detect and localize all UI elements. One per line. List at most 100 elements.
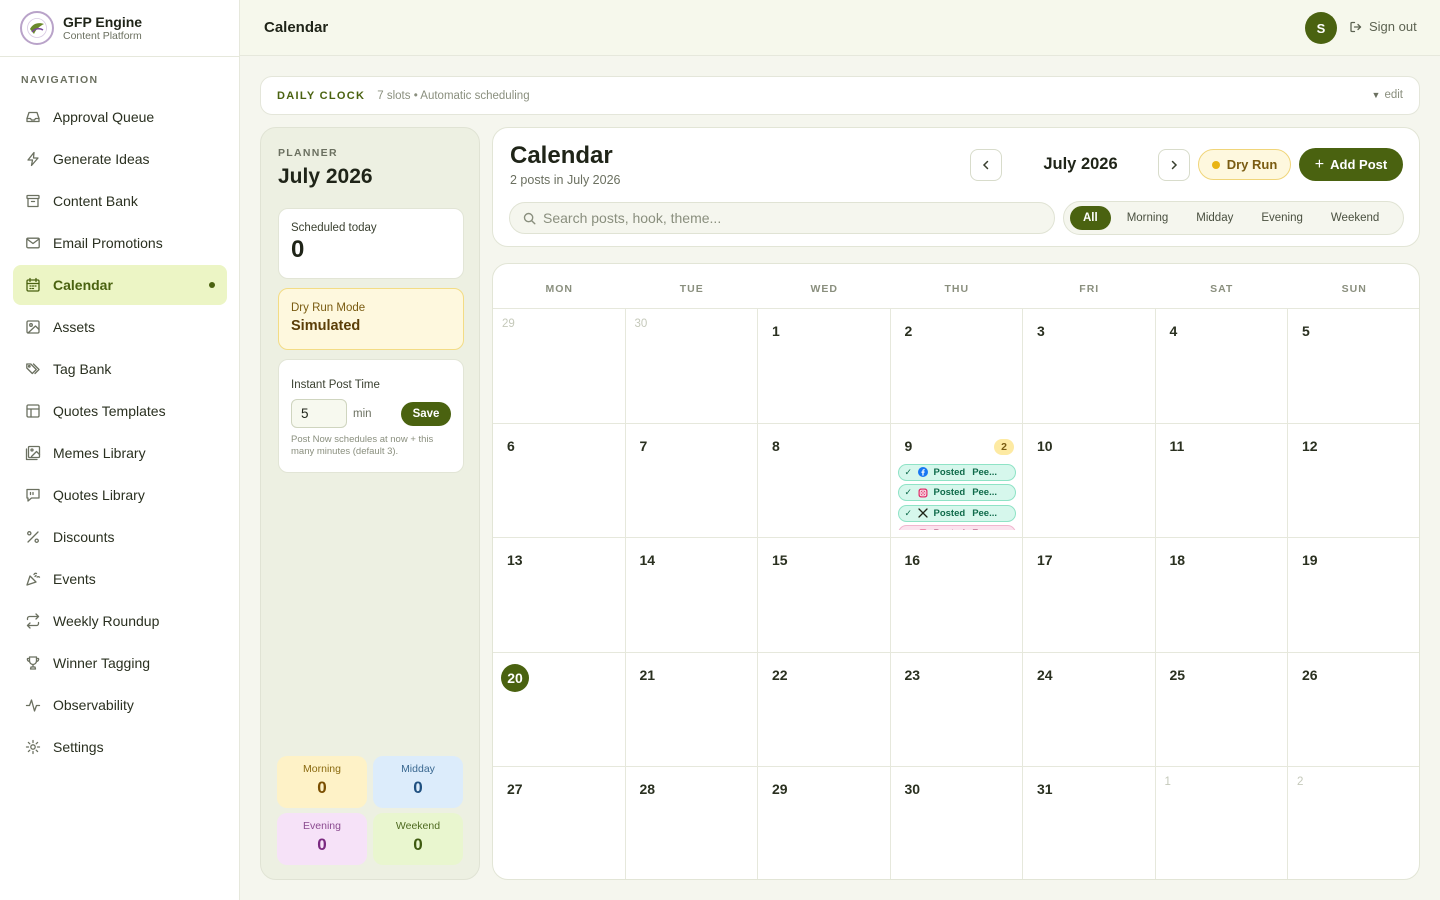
day-cell[interactable]: 28 [626,767,758,879]
day-cell[interactable]: 14 [625,538,758,653]
bolt-icon [25,151,41,167]
day-cell[interactable]: 2 [1288,767,1419,879]
party-icon [25,571,41,587]
weekday-tue: TUE [679,283,704,295]
day-cell[interactable]: 10 [1023,423,1156,538]
post-title: Fra... [972,528,1002,530]
post-chip[interactable]: ✓ Posted Pee... [897,463,1016,481]
brand[interactable]: GFP Engine Content Platform [0,0,239,57]
day-cell[interactable]: 11 [1155,423,1288,538]
sidebar-item-observability[interactable]: Observability [13,685,227,725]
post-chip[interactable]: ✓ Posted Fra... [897,525,1016,530]
day-cell[interactable]: 29 [493,309,626,424]
filter-weekend[interactable]: Weekend [1319,206,1391,230]
post-title: Pee... [972,466,998,478]
post-title: Pee... [972,487,998,498]
day-cell[interactable]: 30 [625,309,758,424]
add-post-button[interactable]: + Add Post [1299,148,1403,181]
filter-morning[interactable]: Morning [1115,206,1181,230]
trophy-icon [25,655,41,671]
day-cell[interactable]: 31 [1023,767,1156,879]
day-cell[interactable]: 18 [1155,538,1288,653]
sidebar-item-memes-library[interactable]: Memes Library [13,433,227,473]
sidebar-item-assets[interactable]: Assets [13,307,227,347]
post-chip[interactable]: ✓ Posted Pee... [897,504,1016,522]
daily-clock-bar[interactable]: DAILY CLOCK 7 slots • Automatic scheduli… [260,76,1420,115]
dry-run-toggle[interactable]: Dry Run [1198,149,1291,180]
day-cell[interactable]: 15 [758,538,891,653]
planner-month: July 2026 [278,165,373,188]
sidebar-item-quotes-templates[interactable]: Quotes Templates [13,391,227,431]
filter-all[interactable]: All [1070,206,1111,230]
day-cell[interactable]: 22 [758,652,891,767]
daily-clock-edit-button[interactable]: ▼ edit [1372,89,1403,101]
day-cell[interactable]: 2 [890,309,1023,424]
day-cell[interactable]: 30 [891,767,1023,879]
sidebar-item-label: Tag Bank [53,361,112,377]
day-cell[interactable]: 12 [1288,424,1419,538]
sidebar-item-email-promotions[interactable]: Email Promotions [13,223,227,263]
sidebar-item-calendar[interactable]: Calendar [13,265,227,305]
sidebar-item-label: Memes Library [53,445,146,461]
post-status: Posted [933,466,966,478]
avatar[interactable]: S [1305,12,1337,44]
day-number: 31 [1037,781,1053,797]
calendar-week-row: 13 14 15 16 17 18 19 [493,538,1419,653]
filter-midday[interactable]: Midday [1184,206,1245,230]
sidebar-item-quotes-library[interactable]: Quotes Library [13,475,227,515]
day-cell[interactable]: 25 [1155,652,1288,767]
sidebar-item-label: Calendar [53,277,113,293]
sidebar-item-discounts[interactable]: Discounts [13,517,227,557]
inbox-icon [25,109,41,125]
day-cell[interactable]: 24 [1023,652,1156,767]
day-number: 15 [772,552,788,568]
day-cell[interactable]: 13 [493,538,626,653]
sidebar-item-approval-queue[interactable]: Approval Queue [13,97,227,137]
day-cell[interactable]: 6 [493,423,626,538]
sidebar-item-settings[interactable]: Settings [13,727,227,767]
caret-down-icon: ▼ [1371,90,1381,100]
filter-evening[interactable]: Evening [1249,206,1315,230]
day-cell[interactable]: 1 [758,309,891,424]
next-month-button[interactable] [1158,149,1190,181]
post-chip[interactable]: ✓ Posted Pee... [897,484,1016,501]
day-cell[interactable]: 21 [625,652,758,767]
day-number: 10 [1037,437,1053,454]
day-number: 22 [772,666,788,683]
day-cell[interactable]: 8 [758,423,891,538]
sidebar-item-winner-tagging[interactable]: Winner Tagging [13,643,227,683]
day-cell[interactable]: 9 2 ✓ Posted Pee... ✓ Posted Pee... ✓ Posted Pee..… [890,423,1023,538]
sidebar-item-generate-ideas[interactable]: Generate Ideas [13,139,227,179]
day-cell[interactable]: 4 [1155,309,1288,424]
day-cell[interactable]: 1 [1156,767,1288,879]
weekday-fri: FRI [1079,283,1100,295]
sidebar-item-tag-bank[interactable]: Tag Bank [13,349,227,389]
search-input[interactable] [543,210,1023,226]
brand-title: GFP Engine [63,13,143,30]
day-cell-today[interactable]: 20 [493,652,626,767]
sign-out-button[interactable]: Sign out [1349,19,1417,34]
sidebar-item-content-bank[interactable]: Content Bank [13,181,227,221]
day-cell[interactable]: 29 [758,767,891,879]
day-cell[interactable]: 17 [1023,538,1156,653]
search-box[interactable] [509,202,1055,234]
day-cell[interactable]: 5 [1288,309,1419,424]
sidebar-item-weekly-roundup[interactable]: Weekly Roundup [13,601,227,641]
weekday-sat: SAT [1210,283,1234,295]
day-cell[interactable]: 19 [1288,538,1419,653]
sidebar-item-events[interactable]: Events [13,559,227,599]
calendar-week-row: 27 28 29 30 31 1 2 [493,767,1419,879]
day-cell[interactable]: 7 [625,423,758,538]
previous-month-button[interactable] [970,149,1002,181]
day-cell[interactable]: 16 [890,538,1023,653]
instant-post-save-button[interactable]: Save [401,401,451,426]
sidebar-item-label: Observability [53,697,134,713]
day-number: 23 [904,666,921,683]
instant-post-time-card: Instant Post Time min Save Post Now sche… [278,359,464,473]
day-cell[interactable]: 27 [493,767,626,879]
instant-post-minutes-input[interactable] [291,399,347,428]
day-cell[interactable]: 23 [890,652,1023,767]
day-number: 29 [502,318,515,330]
day-cell[interactable]: 3 [1023,309,1156,424]
day-cell[interactable]: 26 [1288,653,1419,767]
